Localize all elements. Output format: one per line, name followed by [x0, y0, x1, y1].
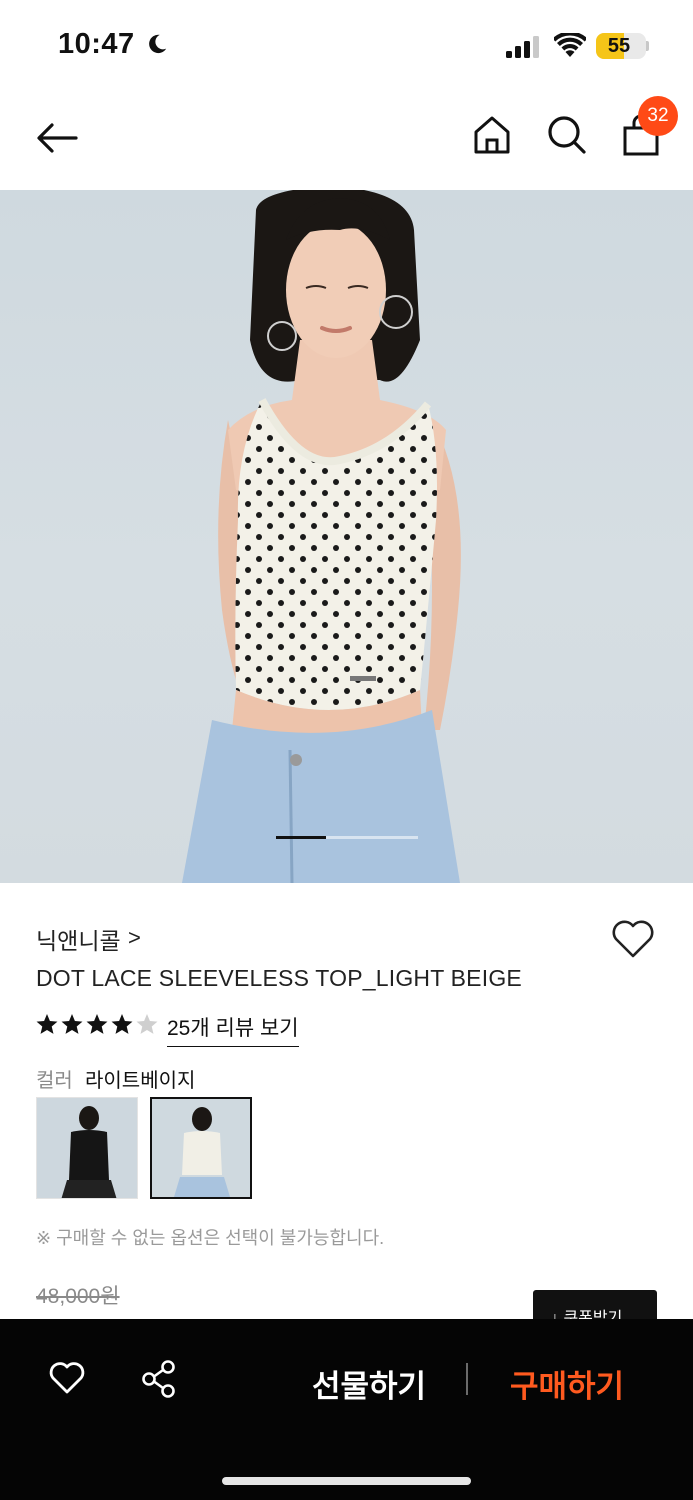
- wifi-icon: [554, 33, 586, 57]
- back-arrow-icon[interactable]: [32, 118, 82, 158]
- share-icon[interactable]: [140, 1359, 178, 1399]
- star-icon: [111, 1014, 133, 1034]
- color-option-black[interactable]: [36, 1097, 138, 1199]
- rating-stars: [36, 1014, 158, 1034]
- status-time: 10:47: [58, 28, 135, 60]
- original-price: 48,000원: [36, 1285, 120, 1308]
- color-value: 라이트베이지: [85, 1070, 196, 1092]
- chevron-right-icon[interactable]: >: [128, 925, 141, 951]
- battery-nub: [646, 41, 649, 51]
- color-option-light-beige-thumbnail: [152, 1099, 250, 1197]
- option-notice: ※ 구매할 수 없는 옵션은 선택이 불가능합니다.: [36, 1228, 385, 1248]
- star-icon: [86, 1014, 108, 1034]
- star-icon: [61, 1014, 83, 1034]
- top-nav: [0, 92, 693, 190]
- product-image[interactable]: [0, 190, 693, 883]
- home-indicator: [222, 1477, 471, 1485]
- star-icon: [36, 1014, 58, 1034]
- model-photo: [182, 190, 461, 883]
- product-title: DOT LACE SLEEVELESS TOP_LIGHT BEIGE: [36, 965, 522, 991]
- like-heart-icon[interactable]: [48, 1361, 86, 1395]
- status-bar: 10:47 55: [0, 0, 693, 92]
- image-pager: [276, 836, 418, 839]
- battery-indicator: 55: [596, 33, 646, 59]
- cart-count-badge: 32: [638, 96, 678, 136]
- home-icon[interactable]: [472, 114, 512, 156]
- gift-button[interactable]: 선물하기: [312, 1361, 426, 1406]
- wishlist-heart-icon[interactable]: [610, 918, 656, 960]
- brand-name[interactable]: 닉앤니콜: [36, 922, 121, 956]
- divider: [466, 1363, 468, 1395]
- color-label: 컬러: [36, 1070, 73, 1092]
- search-icon[interactable]: [546, 114, 588, 156]
- color-option-black-thumbnail: [37, 1098, 137, 1198]
- review-link[interactable]: 25개 리뷰 보기: [167, 1012, 299, 1047]
- battery-level: 55: [607, 35, 631, 57]
- color-option-light-beige[interactable]: [150, 1097, 252, 1199]
- moon-icon: [149, 34, 167, 54]
- star-icon: [136, 1014, 158, 1034]
- cellular-signal-icon: [506, 36, 539, 58]
- bottom-action-bar: 선물하기 구매하기: [0, 1319, 693, 1500]
- image-pager-active: [276, 836, 326, 839]
- buy-button[interactable]: 구매하기: [510, 1361, 624, 1406]
